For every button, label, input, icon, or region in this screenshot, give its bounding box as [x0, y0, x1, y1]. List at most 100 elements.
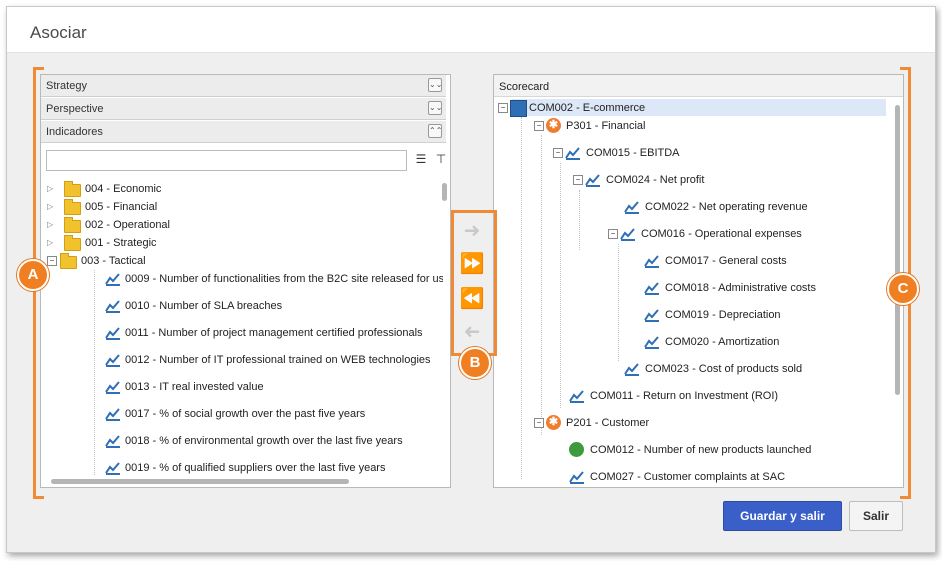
indicator-label: 0010 - Number of SLA breaches: [125, 300, 283, 312]
list-item[interactable]: − 003 - Tactical: [47, 252, 427, 270]
scorecard-header: Scorecard: [494, 75, 903, 97]
indicator-icon: [105, 354, 120, 367]
list-item[interactable]: ▷ 002 - Operational: [47, 216, 427, 234]
indicator-icon: [105, 435, 120, 448]
section-perspective-label: Perspective: [46, 103, 104, 115]
indicator-icon: [105, 327, 120, 340]
list-item[interactable]: 0017 - % of social growth over the past …: [101, 405, 443, 423]
callout-badge-c: C: [887, 273, 919, 305]
indicator-label: 0012 - Number of IT professional trained…: [125, 354, 431, 366]
dialog-title: Asociar: [30, 23, 87, 42]
collapse-icon[interactable]: −: [47, 256, 57, 266]
indicator-icon: [624, 363, 639, 376]
list-item[interactable]: 0013 - IT real invested value: [101, 378, 443, 396]
indicator-label: 0011 - Number of project management cert…: [125, 327, 423, 339]
list-item[interactable]: 0009 - Number of functionalities from th…: [101, 270, 443, 288]
tree-node-label: COM024 - Net profit: [606, 174, 705, 186]
expand-arrow-icon[interactable]: ▷: [47, 180, 55, 198]
indicator-icon: [569, 390, 584, 403]
list-item[interactable]: 0019 - % of qualified suppliers over the…: [101, 459, 443, 477]
expand-icon[interactable]: ⌄⌄: [428, 101, 442, 115]
perspective-icon: ✱: [546, 118, 561, 133]
section-indicadores[interactable]: Indicadores ⌃⌃: [41, 121, 446, 143]
indicator-icon: [644, 309, 659, 322]
callout-badge-b: B: [459, 347, 491, 379]
horizontal-scrollbar[interactable]: [51, 479, 349, 484]
section-strategy[interactable]: Strategy ⌄⌄: [41, 75, 446, 97]
associate-dialog: Asociar Strategy ⌄⌄ Perspective ⌄⌄ Indic…: [6, 6, 936, 553]
collapse-icon[interactable]: −: [553, 148, 563, 158]
list-item[interactable]: 0010 - Number of SLA breaches: [101, 297, 443, 315]
perspective-icon: ✱: [546, 415, 561, 430]
indicator-icon: [644, 282, 659, 295]
dialog-titlebar: Asociar: [7, 7, 935, 53]
list-view-icon[interactable]: ☰: [414, 152, 428, 166]
indicators-panel: Strategy ⌄⌄ Perspective ⌄⌄ Indicadores ⌃…: [40, 74, 451, 488]
scorecard-header-label: Scorecard: [499, 81, 550, 93]
indicator-icon: [105, 273, 120, 286]
tree-node-label: COM023 - Cost of products sold: [645, 363, 803, 375]
indicator-icon: [105, 300, 120, 313]
save-and-exit-button[interactable]: Guardar y salir: [723, 501, 842, 531]
folder-icon: [64, 217, 81, 233]
callout-badge-a: A: [17, 259, 49, 291]
expand-arrow-icon[interactable]: ▷: [47, 198, 55, 216]
tree-node-label: P301 - Financial: [566, 120, 646, 132]
collapse-icon[interactable]: −: [534, 121, 544, 131]
list-item[interactable]: 0011 - Number of project management cert…: [101, 324, 443, 342]
indicator-icon: [105, 381, 120, 394]
callout-bracket-b: [451, 210, 497, 356]
indicator-icon: [644, 336, 659, 349]
indicator-icon: [105, 408, 120, 421]
section-strategy-label: Strategy: [46, 80, 87, 92]
scorecard-panel: Scorecard − COM002 - E-commerce − ✱ P301…: [493, 74, 904, 488]
indicator-label: 0013 - IT real invested value: [125, 381, 264, 393]
tree-node-label: COM017 - General costs: [665, 255, 787, 267]
list-item[interactable]: ▷ 005 - Financial: [47, 198, 427, 216]
expand-arrow-icon[interactable]: ▷: [47, 216, 55, 234]
exit-button[interactable]: Salir: [849, 501, 903, 531]
indicator-label: 0017 - % of social growth over the past …: [125, 408, 366, 420]
expand-arrow-icon[interactable]: ▷: [47, 234, 55, 252]
tree-node-label: P201 - Customer: [566, 417, 650, 429]
tree-node-label: COM022 - Net operating revenue: [645, 201, 808, 213]
tree-node-label: COM018 - Administrative costs: [665, 282, 816, 294]
indicator-icon: [585, 174, 600, 187]
list-item[interactable]: 0018 - % of environmental growth over th…: [101, 432, 443, 450]
folder-label: 004 - Economic: [85, 183, 162, 195]
tree-node-label: COM019 - Depreciation: [665, 309, 781, 321]
section-perspective[interactable]: Perspective ⌄⌄: [41, 98, 446, 120]
tree-node-label: COM027 - Customer complaints at SAC: [590, 471, 786, 483]
list-item[interactable]: ▷ 004 - Economic: [47, 180, 427, 198]
collapse-icon[interactable]: −: [498, 103, 508, 113]
folder-label: 002 - Operational: [85, 219, 170, 231]
folder-icon: [64, 181, 81, 197]
tree-node-label: COM015 - EBITDA: [586, 147, 680, 159]
indicator-icon: [105, 462, 120, 475]
expand-icon[interactable]: ⌄⌄: [428, 78, 442, 92]
collapse-icon[interactable]: ⌃⌃: [428, 124, 442, 138]
globe-icon: [569, 442, 584, 457]
tree-view-icon[interactable]: ⊤: [434, 152, 448, 166]
tree-node-label: COM020 - Amortization: [665, 336, 780, 348]
indicator-icon: [644, 255, 659, 268]
list-item[interactable]: 0012 - Number of IT professional trained…: [101, 351, 443, 369]
folder-icon: [64, 199, 81, 215]
vertical-scrollbar[interactable]: [442, 183, 447, 201]
indicator-label: 0018 - % of environmental growth over th…: [125, 435, 403, 447]
folder-icon: [60, 253, 77, 269]
indicator-label: 0009 - Number of functionalities from th…: [125, 273, 443, 285]
collapse-icon[interactable]: −: [534, 418, 544, 428]
indicator-icon: [565, 147, 580, 160]
search-input[interactable]: [46, 150, 407, 171]
folder-icon: [64, 235, 81, 251]
folder-label: 003 - Tactical: [81, 255, 146, 267]
list-item[interactable]: ▷ 001 - Strategic: [47, 234, 427, 252]
collapse-icon[interactable]: −: [608, 229, 618, 239]
tree-node-label: COM011 - Return on Investment (ROI): [590, 390, 779, 402]
indicator-icon: [620, 228, 635, 241]
tree-node-label: COM002 - E-commerce: [529, 102, 646, 114]
tree-node-label: COM012 - Number of new products launched: [590, 444, 812, 456]
collapse-icon[interactable]: −: [573, 175, 583, 185]
tree-node-label: COM016 - Operational expenses: [641, 228, 802, 240]
